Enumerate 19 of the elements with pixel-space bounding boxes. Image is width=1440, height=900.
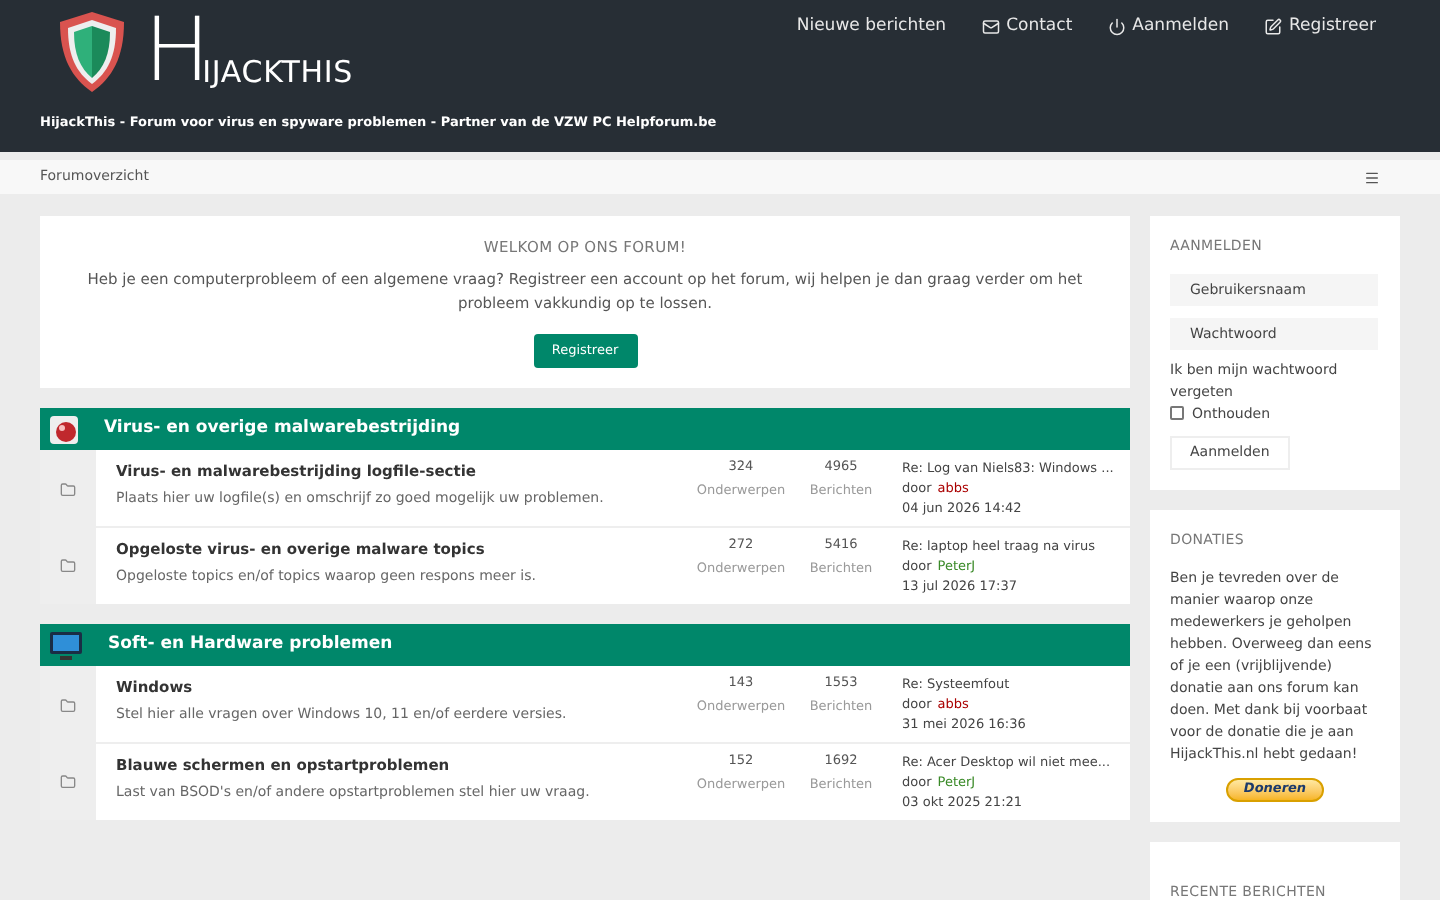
edit-icon [1264,17,1283,35]
category-title[interactable]: Virus- en overige malwarebestrijding [104,416,461,443]
category-title[interactable]: Soft- en Hardware problemen [108,632,393,659]
nav-link[interactable]: Registreer [1264,14,1376,38]
mail-icon [982,17,1001,35]
monitor-icon [48,629,84,662]
folder-icon [60,558,76,575]
virus-icon [48,413,80,446]
nav-link[interactable]: Contact [982,14,1073,38]
nav-link[interactable]: Aanmelden [1108,14,1229,38]
power-icon [1108,17,1127,35]
nav-link[interactable]: Nieuwe berichten [796,14,947,38]
folder-icon [60,774,76,791]
shield-logo-icon [56,10,128,94]
remember-checkbox[interactable] [1170,406,1184,421]
folder-icon [60,481,76,498]
menu-icon[interactable] [1364,169,1380,185]
folder-icon [60,697,76,714]
site-logo[interactable]: HIJACKTHIS [144,8,354,96]
